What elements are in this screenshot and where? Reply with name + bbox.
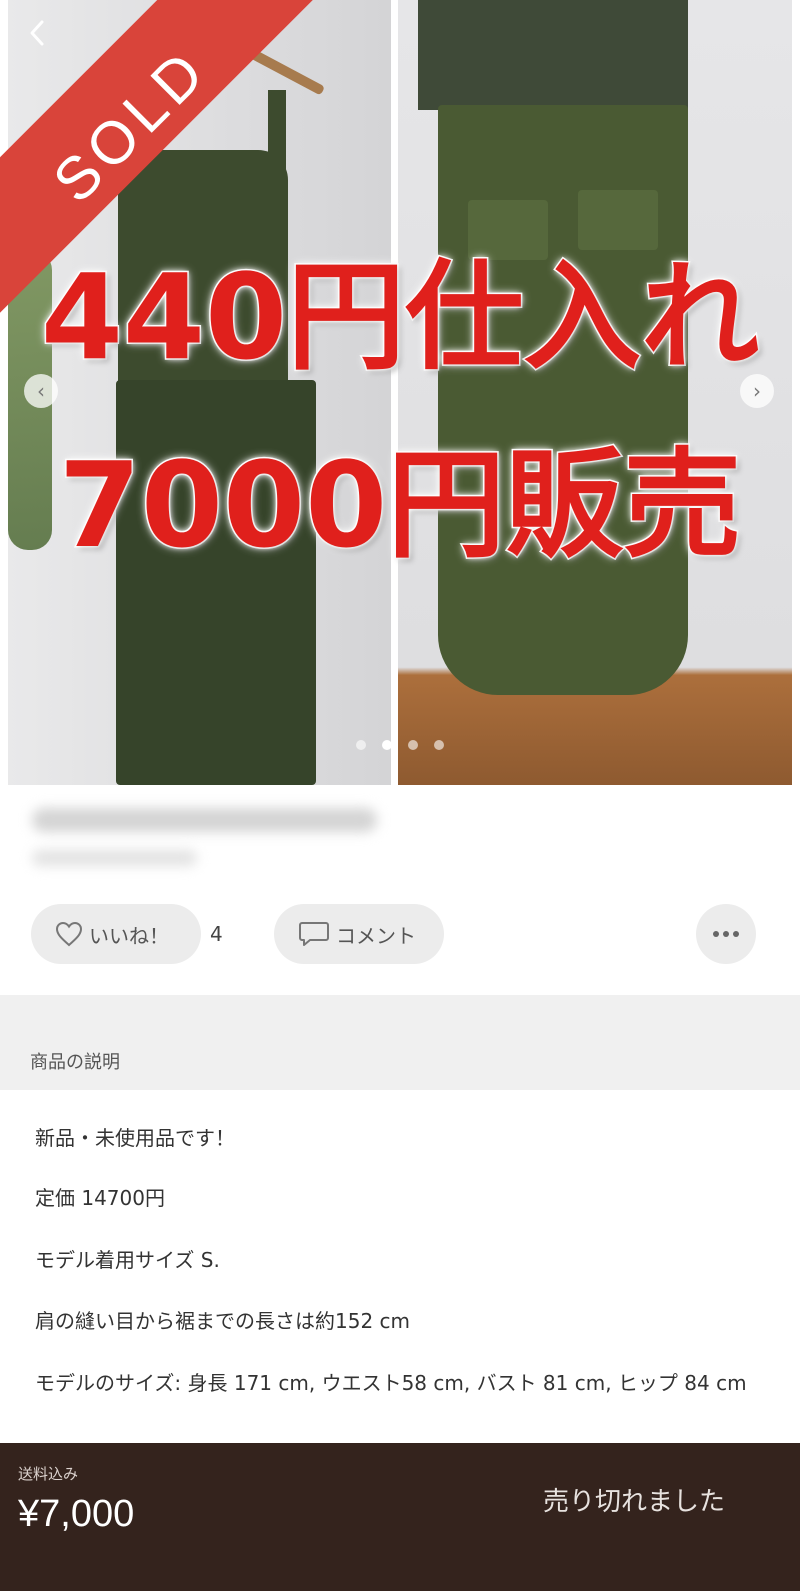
chevron-left-icon: ‹ [37,379,45,403]
description-section-title: 商品の説明 [30,1052,120,1073]
price: ¥7,000 [18,1493,135,1535]
description-line: モデル着用サイズ S. [35,1248,220,1272]
gallery-next-button[interactable]: › [740,374,774,408]
pagination-dot[interactable] [356,740,366,750]
product-image-gallery[interactable]: SOLD 440円仕入れ 7000円販売 ‹ › [0,0,800,790]
pagination-dot[interactable] [408,740,418,750]
product-photo-right [398,0,792,785]
like-count: 4 [210,922,223,946]
sold-out-status: 売り切れました [543,1487,726,1517]
chevron-right-icon: › [753,379,761,403]
description-line: 肩の縫い目から裾までの長さは約152 cm [35,1309,411,1333]
description-line: モデルのサイズ: 身長 171 cm, ウエスト58 cm, バスト 81 cm… [35,1371,747,1395]
pagination-dot[interactable] [382,740,392,750]
comment-label: コメント [336,923,416,948]
overlay-text-sale: 7000円販売 [57,436,742,574]
pagination-dot[interactable] [434,740,444,750]
description-line: 定価 14700円 [35,1186,165,1210]
gallery-pagination [0,740,800,750]
back-button[interactable] [22,18,58,54]
chevron-left-icon [30,20,44,46]
product-subtitle-blurred [32,850,197,866]
overlay-text-purchase: 440円仕入れ [39,248,760,386]
more-horizontal-icon [713,931,739,937]
speech-bubble-icon [299,922,329,946]
gallery-prev-button[interactable]: ‹ [24,374,58,408]
purchase-footer: 送料込み ¥7,000 売り切れました [0,1443,800,1591]
product-title-blurred [32,808,377,832]
like-button[interactable]: いいね！ [31,904,201,964]
more-options-button[interactable] [696,904,756,964]
comment-button[interactable]: コメント [274,904,444,964]
description-section-header [0,995,800,1090]
shipping-label: 送料込み [18,1465,79,1483]
description-line: 新品・未使用品です！ [35,1126,235,1150]
heart-icon [55,921,83,947]
like-label: いいね！ [89,923,169,948]
